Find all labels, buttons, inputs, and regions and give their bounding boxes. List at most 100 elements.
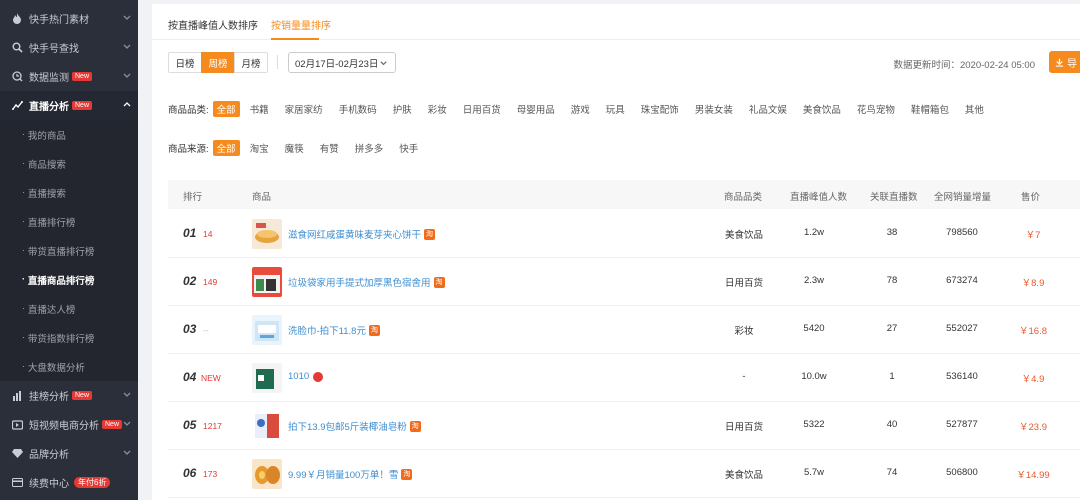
sidebar-subitem-my-products[interactable]: · 我的商品 — [0, 120, 138, 149]
table-row[interactable]: 02 149 垃圾袋家用手提式加厚黑色宿舍用淘 日用百货 2.3w 78 673… — [168, 258, 1080, 306]
category-chip[interactable]: 玩具 — [606, 102, 625, 116]
source-chip[interactable]: 淘宝 — [250, 141, 269, 155]
category-chip[interactable]: 珠宝配饰 — [641, 102, 679, 116]
sidebar-submenu: · 我的商品 · 商品搜索 · 直播搜索 · 直播排行榜 · 带货直播排行榜 ·… — [0, 120, 138, 381]
sidebar-item-data-monitor[interactable]: 数据监测 New — [0, 62, 138, 91]
product-category: 美食饮品 — [724, 470, 763, 481]
source-filter: 商品来源: 全部 淘宝 魔筷 有赞 拼多多 快手 — [168, 140, 434, 156]
sidebar-subitem-sales-index-ranking[interactable]: · 带货指数排行榜 — [0, 323, 138, 352]
category-chip[interactable]: 书籍 — [250, 102, 269, 116]
sidebar-subitem-market-analysis[interactable]: · 大盘数据分析 — [0, 352, 138, 381]
sidebar-item-account-search[interactable]: 快手号查找 — [0, 33, 138, 62]
category-chip[interactable]: 护肤 — [393, 102, 412, 116]
monitor-icon — [11, 71, 23, 83]
sidebar-subitem-live-talent-ranking[interactable]: · 直播达人榜 — [0, 294, 138, 323]
tab-sort-by-sales[interactable]: 按销量量排序 — [271, 17, 331, 32]
product-link[interactable]: 9.99￥月销量100万单！雪淘 — [288, 467, 413, 481]
category-chip[interactable]: 花鸟宠物 — [857, 102, 895, 116]
category-chip[interactable]: 彩妆 — [428, 102, 447, 116]
sidebar-subitem-label: 我的商品 — [27, 130, 66, 142]
table-row[interactable]: 05 1217 拍下13.9包邮5斤装椰油皂粉淘 日用百货 5322 40 52… — [168, 402, 1080, 450]
sidebar-item-short-video-ecom[interactable]: 短视频电商分析 New — [0, 410, 138, 439]
sidebar-item-ranking-analysis[interactable]: 挂榜分析 New — [0, 381, 138, 410]
table-row[interactable]: 04 NEW 1010 - 10.0w 1 536140 ￥4.9 — [168, 354, 1080, 402]
table-row[interactable]: 06 173 9.99￥月销量100万单！雪淘 美食饮品 5.7w 74 506… — [168, 450, 1080, 498]
source-chip[interactable]: 魔筷 — [285, 141, 304, 155]
price: ￥16.8 — [1019, 326, 1047, 337]
update-time: 数据更新时间：2020-02-24 05:00 — [893, 60, 1035, 71]
sidebar-item-live-analysis[interactable]: 直播分析 New — [0, 91, 138, 120]
source-chip[interactable]: 拼多多 — [355, 141, 384, 155]
period-monthly-button[interactable]: 月榜 — [234, 52, 268, 73]
product-link[interactable]: 洗脸巾-拍下11.8元淘 — [288, 323, 380, 337]
table-row[interactable]: 01 14 滋食网红咸蛋黄味麦芽夹心饼干淘 美食饮品 1.2w 38 79856… — [168, 210, 1080, 258]
category-chip[interactable]: 日用百货 — [463, 102, 501, 116]
sidebar-subitem-live-product-ranking[interactable]: · 直播商品排行榜 — [0, 265, 138, 294]
chevron-down-icon — [123, 73, 131, 78]
category-chip[interactable]: 家居家纺 — [285, 102, 323, 116]
sidebar-subitem-sales-live-ranking[interactable]: · 带货直播排行榜 — [0, 236, 138, 265]
column-header-product: 商品 — [252, 192, 272, 203]
sort-tabs: 按直播峰值人数排序 按销量量排序 — [152, 4, 1080, 40]
chevron-down-icon — [123, 392, 131, 397]
sidebar-item-label: 短视频电商分析 — [29, 421, 99, 432]
sidebar-item-brand-analysis[interactable]: 品牌分析 — [0, 439, 138, 468]
product-name: 洗脸巾-拍下11.8元 — [288, 326, 366, 337]
category-chip[interactable]: 游戏 — [571, 102, 590, 116]
category-chip[interactable]: 全部 — [212, 101, 240, 117]
sidebar-subitem-live-search[interactable]: · 直播搜索 — [0, 178, 138, 207]
product-thumbnail[interactable] — [252, 267, 282, 297]
peak-viewers: 2.3w — [803, 275, 825, 286]
price: ￥23.9 — [1019, 422, 1047, 433]
sales-increase: 506800 — [946, 467, 978, 478]
product-link[interactable]: 滋食网红咸蛋黄味麦芽夹心饼干淘 — [288, 227, 436, 241]
column-header-sales-increase[interactable]: 全网销量增量 — [934, 189, 991, 203]
product-link[interactable]: 拍下13.9包邮5斤装椰油皂粉淘 — [288, 419, 421, 433]
sidebar-subitem-label: 直播达人榜 — [27, 304, 76, 316]
price: ￥4.9 — [1021, 374, 1045, 385]
category-chip[interactable]: 礼品文娱 — [749, 102, 787, 116]
export-label: 导 — [1067, 58, 1077, 70]
table-row[interactable]: 03 -- 洗脸巾-拍下11.8元淘 彩妆 5420 27 552027 ￥16… — [168, 306, 1080, 354]
export-button[interactable]: 导 — [1049, 51, 1080, 73]
category-chip[interactable]: 其他 — [965, 102, 984, 116]
date-range-select[interactable]: 02月17日-02月23日 — [288, 52, 396, 73]
source-chip[interactable]: 快手 — [399, 141, 418, 155]
category-chip[interactable]: 鞋帽箱包 — [911, 102, 949, 116]
product-category: 日用百货 — [724, 422, 763, 433]
column-header-peak-viewers[interactable]: 直播峰值人数 — [790, 189, 847, 203]
source-chip[interactable]: 全部 — [212, 140, 240, 156]
new-badge: New — [72, 72, 93, 81]
period-weekly-button[interactable]: 周榜 — [201, 52, 235, 73]
rank-change: 173 — [203, 469, 218, 479]
sidebar-item-hot-materials[interactable]: 快手热门素材 — [0, 4, 138, 33]
category-chip[interactable]: 母婴用品 — [517, 102, 555, 116]
column-header-live-count[interactable]: 关联直播数 — [870, 189, 918, 203]
product-thumbnail[interactable] — [252, 411, 282, 441]
product-thumbnail[interactable] — [252, 315, 282, 345]
product-thumbnail[interactable] — [252, 219, 282, 249]
sidebar-subitem-product-search[interactable]: · 商品搜索 — [0, 149, 138, 178]
column-header-category[interactable]: 商品品类 — [724, 189, 762, 203]
source-chip[interactable]: 有赞 — [320, 141, 339, 155]
trend-icon — [11, 100, 23, 112]
price: ￥14.99 — [1016, 470, 1050, 481]
rank-change: -- — [203, 325, 209, 335]
rank-number: 01 — [183, 226, 197, 240]
tab-sort-by-peak[interactable]: 按直播峰值人数排序 — [168, 17, 258, 32]
column-header-price[interactable]: 售价 — [1021, 189, 1040, 203]
period-daily-button[interactable]: 日榜 — [168, 52, 202, 73]
category-chip[interactable]: 男装女装 — [695, 102, 733, 116]
product-link[interactable]: 1010 — [288, 371, 324, 382]
product-thumbnail[interactable] — [252, 459, 282, 489]
live-count: 40 — [886, 419, 898, 430]
category-chip[interactable]: 手机数码 — [339, 102, 377, 116]
rank-change: 14 — [203, 229, 213, 239]
product-link[interactable]: 垃圾袋家用手提式加厚黑色宿舍用淘 — [288, 275, 445, 289]
sidebar-item-renewal-center[interactable]: 续费中心 年付6折 — [0, 468, 138, 497]
sidebar-subitem-live-ranking[interactable]: · 直播排行榜 — [0, 207, 138, 236]
sales-increase: 673274 — [946, 275, 978, 286]
new-badge: New — [72, 391, 93, 400]
product-thumbnail[interactable] — [252, 363, 282, 393]
category-chip[interactable]: 美食饮品 — [803, 102, 841, 116]
